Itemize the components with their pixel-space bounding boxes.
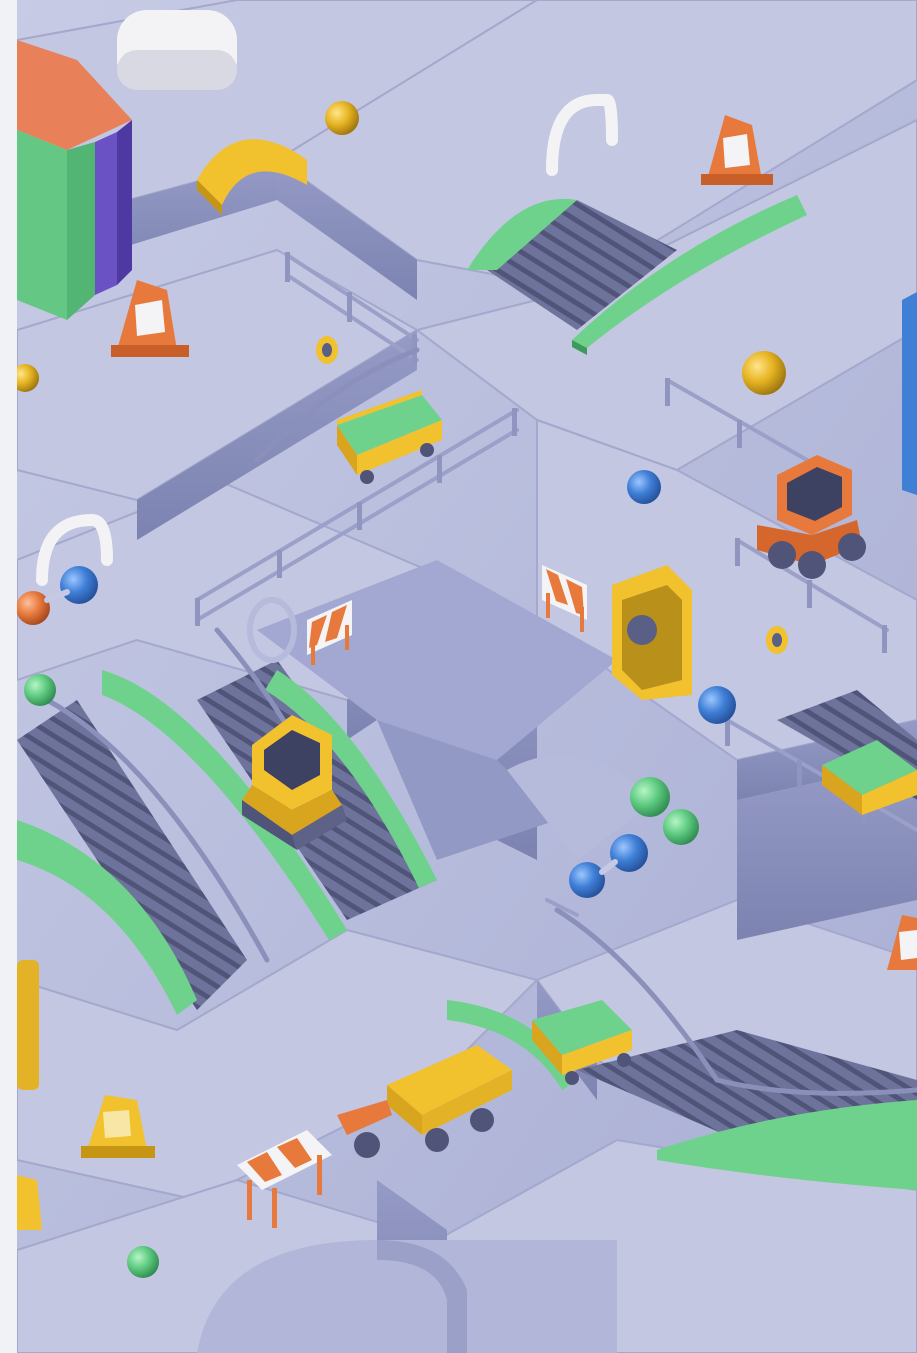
white-block [117, 10, 237, 90]
left-margin-strip [0, 0, 17, 1353]
screenshot-frame [0, 0, 917, 1353]
yellow-pillar [17, 960, 39, 1090]
isometric-toy-construction-scene [17, 0, 917, 1353]
yellow-wheel-box [612, 565, 692, 700]
scene-svg [17, 0, 917, 1353]
blue-block [902, 292, 917, 495]
